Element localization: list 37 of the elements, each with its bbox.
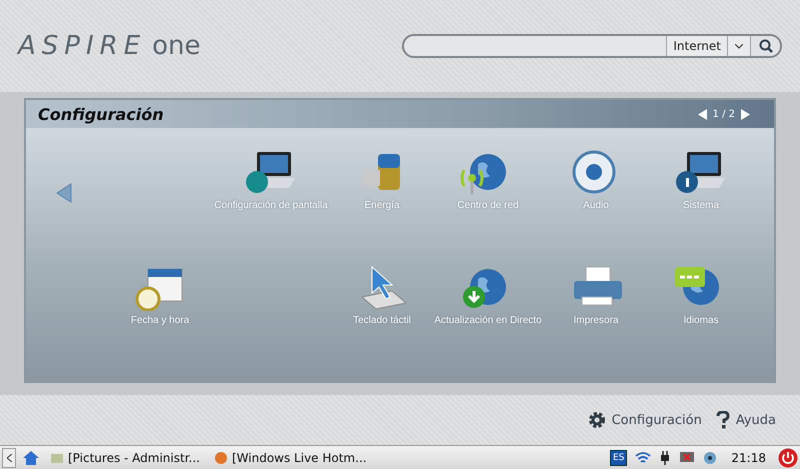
panel-title: Configuración xyxy=(38,104,164,124)
taskbar-task[interactable]: [Windows Live Hotm... xyxy=(210,450,371,464)
settings-item[interactable]: Actualización en Directo xyxy=(432,263,544,378)
keyboard-language-indicator[interactable]: ES xyxy=(610,450,628,466)
page-indicator: 1 / 2 xyxy=(712,108,735,120)
display-error-icon[interactable] xyxy=(679,450,696,464)
previous-page-icon[interactable] xyxy=(698,108,707,120)
settings-item[interactable]: Audio xyxy=(544,148,648,263)
logo: ASPIRE one xyxy=(18,31,201,61)
search-icon xyxy=(758,39,772,53)
wifi-icon[interactable] xyxy=(635,450,652,464)
browser-icon xyxy=(214,450,228,464)
power-plug-icon[interactable] xyxy=(659,450,672,464)
search-field[interactable]: Internet xyxy=(402,34,782,58)
help-link[interactable]: Ayuda xyxy=(716,411,776,429)
settings-link[interactable]: Configuración xyxy=(588,411,702,429)
settings-item[interactable]: Configuración de pantalla xyxy=(210,148,332,263)
taskbar-task[interactable]: [Pictures - Administr... xyxy=(46,450,204,464)
gear-icon xyxy=(588,411,606,429)
search-button[interactable] xyxy=(750,36,780,56)
next-page-icon[interactable] xyxy=(741,108,750,120)
settings-item[interactable]: Sistema xyxy=(648,148,754,263)
clock: 21:18 xyxy=(731,450,766,464)
disc-icon[interactable] xyxy=(703,450,718,464)
question-mark-icon xyxy=(716,411,730,429)
settings-item[interactable]: Centro de red xyxy=(432,148,544,263)
taskbar-scroll-button[interactable] xyxy=(2,448,16,468)
chevron-left-icon xyxy=(6,454,12,462)
settings-item[interactable]: Idiomas xyxy=(648,263,754,378)
home-icon[interactable] xyxy=(22,450,40,466)
settings-item[interactable]: Impresora xyxy=(544,263,648,378)
settings-item[interactable]: Teclado táctil xyxy=(332,263,432,378)
search-scope-dropdown[interactable]: Internet xyxy=(666,36,727,56)
power-button-icon[interactable] xyxy=(778,448,798,468)
settings-item[interactable]: Energía xyxy=(332,148,432,263)
settings-item[interactable]: Fecha y hora xyxy=(110,263,210,378)
caret-icon[interactable] xyxy=(735,44,743,48)
